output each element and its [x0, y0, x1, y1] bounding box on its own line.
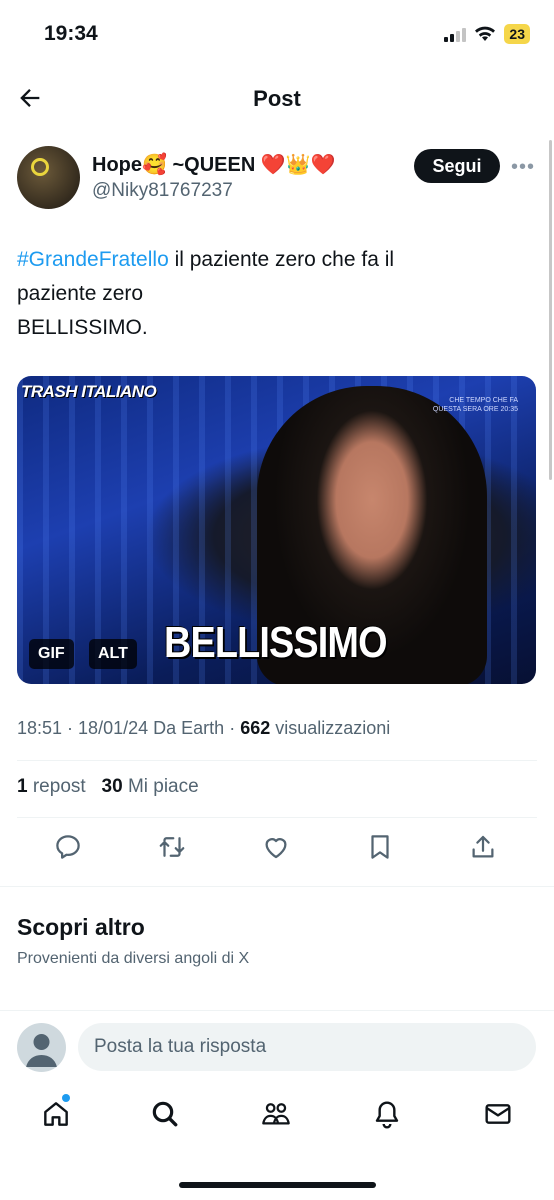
media-watermark: TRASH ITALIANO — [21, 382, 157, 401]
reply-icon[interactable] — [53, 832, 83, 862]
bottom-tab-bar — [0, 1090, 554, 1150]
tweet-text: #GrandeFratello il paziente zero che fa … — [17, 243, 527, 345]
battery-indicator: 23 — [504, 24, 530, 44]
user-avatar[interactable] — [17, 1023, 66, 1072]
search-icon[interactable] — [149, 1098, 181, 1130]
home-indicator[interactable] — [179, 1182, 376, 1188]
views-count: 662 — [240, 718, 271, 738]
views-label: visualizzazioni — [275, 718, 391, 738]
post-date: 18/01/24 — [78, 718, 149, 738]
discover-subtitle: Provenienti da diversi angoli di X — [17, 950, 250, 967]
messages-icon[interactable] — [482, 1098, 514, 1130]
reposts-count[interactable]: 1 — [17, 776, 28, 797]
media-caption: BELLISSIMO — [164, 618, 388, 667]
repost-icon[interactable] — [157, 832, 187, 862]
post-header: Post — [0, 70, 554, 126]
likes-count[interactable]: 30 — [102, 776, 123, 797]
divider — [17, 760, 537, 761]
status-icons: 23 — [444, 24, 530, 44]
status-bar: 19:34 23 — [0, 0, 554, 70]
status-time: 19:34 — [44, 22, 98, 45]
communities-icon[interactable] — [260, 1098, 292, 1130]
author-handle[interactable]: @Niky81767237 — [92, 180, 233, 202]
media-overlay-text: CHE TEMPO CHE FA QUESTA SERA ORE 20:35 — [432, 397, 518, 413]
post-source: Da Earth — [153, 718, 225, 738]
more-icon[interactable]: ••• — [511, 156, 535, 179]
page-title: Post — [253, 86, 301, 111]
gif-badge: GIF — [29, 639, 74, 669]
discover-title: Scopri altro — [17, 914, 145, 940]
author-avatar[interactable] — [17, 146, 80, 209]
alt-badge[interactable]: ALT — [89, 639, 137, 669]
author-name[interactable]: Hope🥰 ~QUEEN ❤️👑❤️ — [92, 152, 336, 177]
follow-button[interactable]: Segui — [414, 149, 500, 183]
reply-input[interactable]: Posta la tua risposta — [78, 1023, 536, 1071]
section-divider — [0, 886, 554, 887]
like-icon[interactable] — [261, 832, 291, 862]
tweet-text-line2: paziente zero — [17, 282, 144, 305]
post-stats: 1 repost 30 Mi piace — [17, 776, 199, 798]
wifi-icon — [475, 26, 496, 41]
bookmark-icon[interactable] — [365, 832, 395, 862]
post-time: 18:51 — [17, 718, 63, 738]
post-meta: 18:51 · 18/01/24 Da Earth · 662 visualiz… — [17, 718, 391, 738]
author-row: Hope🥰 ~QUEEN ❤️👑❤️ @Niky81767237 Segui •… — [17, 146, 537, 212]
action-bar — [0, 832, 554, 866]
scrollbar[interactable] — [549, 140, 552, 480]
reposts-label[interactable]: repost — [33, 776, 86, 797]
home-notification-dot — [62, 1094, 70, 1102]
tweet-text-line3: BELLISSIMO. — [17, 316, 148, 339]
gif-media[interactable]: TRASH ITALIANO CHE TEMPO CHE FA QUESTA S… — [17, 376, 536, 684]
tweet-text-line1: il paziente zero che fa il — [168, 248, 395, 271]
reply-bar: Posta la tua risposta — [0, 1010, 554, 1085]
next-post-peek — [30, 978, 330, 1010]
hashtag-link[interactable]: #GrandeFratello — [17, 248, 169, 271]
share-icon[interactable] — [468, 832, 498, 862]
signal-icon — [444, 26, 467, 42]
likes-label[interactable]: Mi piace — [128, 776, 199, 797]
home-icon[interactable] — [40, 1098, 72, 1130]
divider — [17, 817, 537, 818]
notifications-icon[interactable] — [371, 1098, 403, 1130]
